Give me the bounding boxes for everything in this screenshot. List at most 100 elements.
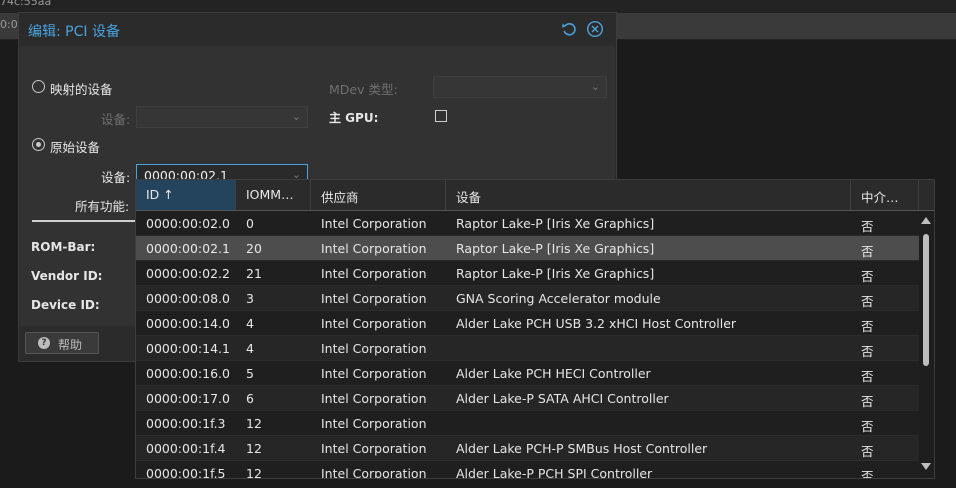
cell-device: GNA Scoring Accelerator module: [456, 291, 661, 306]
cell-device: Raptor Lake-P [Iris Xe Graphics]: [456, 241, 655, 256]
scrollbar-thumb[interactable]: [923, 234, 929, 366]
scroll-down-icon[interactable]: [921, 463, 931, 470]
cell-mdev: 否: [861, 319, 874, 334]
column-header-mdev-label: 中介…: [861, 190, 899, 205]
table-row[interactable]: 0000:00:02.1 20 Intel Corporation Raptor La…: [136, 236, 919, 261]
cell-vendor: Intel Corporation: [321, 391, 427, 406]
cell-iommu: 6: [246, 391, 254, 406]
column-header-vendor-label: 供应商: [321, 190, 359, 205]
cell-id: 0000:00:17.0: [146, 391, 230, 406]
chevron-down-icon: ⌄: [291, 110, 301, 123]
column-header-device-label: 设备: [456, 190, 482, 205]
cell-vendor: Intel Corporation: [321, 366, 427, 381]
cell-mdev: 否: [861, 244, 874, 259]
cell-iommu: 20: [246, 241, 262, 256]
mapped-device-label: 映射的设备: [50, 82, 113, 97]
cell-vendor: Intel Corporation: [321, 241, 427, 256]
cell-iommu: 4: [246, 316, 254, 331]
cell-mdev: 否: [861, 369, 874, 384]
table-row[interactable]: 0000:00:17.0 6 Intel Corporation Alder Lake…: [136, 386, 919, 411]
cell-id: 0000:00:1f.5: [146, 466, 226, 479]
cell-mdev: 否: [861, 219, 874, 234]
cell-vendor: Intel Corporation: [321, 441, 427, 456]
cell-vendor: Intel Corporation: [321, 466, 427, 479]
cell-iommu: 5: [246, 366, 254, 381]
all-functions-label: 所有功能:: [75, 199, 130, 214]
picker-header: ID ↑ IOMM… 供应商 设备 中介…: [136, 180, 934, 211]
table-row[interactable]: 0000:00:16.0 5 Intel Corporation Alder Lake…: [136, 361, 919, 386]
cell-mdev: 否: [861, 344, 874, 359]
cell-vendor: Intel Corporation: [321, 416, 427, 431]
column-header-device[interactable]: 设备: [446, 180, 851, 210]
table-row[interactable]: 0000:00:08.0 3 Intel Corporation GNA Scorin…: [136, 286, 919, 311]
column-header-id[interactable]: ID ↑: [136, 180, 236, 210]
mdev-type-select[interactable]: ⌄: [433, 76, 607, 98]
table-row[interactable]: 0000:00:1f.3 12 Intel Corporation 否: [136, 411, 919, 436]
close-icon[interactable]: [586, 20, 604, 38]
column-header-mdev[interactable]: 中介…: [851, 180, 919, 210]
pci-device-picker: ID ↑ IOMM… 供应商 设备 中介… 0000:00:02.0 0 Intel…: [135, 179, 935, 479]
cell-vendor: Intel Corporation: [321, 291, 427, 306]
cell-device: Alder Lake-P SATA AHCI Controller: [456, 391, 669, 406]
mapped-device-field-label: 设备:: [101, 112, 131, 127]
cell-vendor: Intel Corporation: [321, 266, 427, 281]
cell-id: 0000:00:02.2: [146, 266, 230, 281]
help-button-label: 帮助: [58, 338, 83, 352]
cell-vendor: Intel Corporation: [321, 216, 427, 231]
scroll-up-icon[interactable]: [921, 217, 931, 224]
cell-iommu: 4: [246, 341, 254, 356]
section-divider: [32, 220, 136, 222]
primary-gpu-label: 主 GPU:: [329, 111, 379, 125]
cell-device: Raptor Lake-P [Iris Xe Graphics]: [456, 216, 655, 231]
cell-mdev: 否: [861, 444, 874, 459]
cell-id: 0000:00:1f.4: [146, 441, 226, 456]
help-button[interactable]: ? 帮助: [25, 332, 99, 354]
question-circle-icon: ?: [38, 337, 50, 349]
device-id-label: Device ID:: [31, 298, 100, 312]
cell-id: 0000:00:16.0: [146, 366, 230, 381]
background-text: 74c:55aa: [0, 0, 52, 8]
cell-iommu: 12: [246, 441, 262, 456]
column-header-vendor[interactable]: 供应商: [311, 180, 446, 210]
mapped-device-select[interactable]: ⌄: [136, 106, 308, 128]
rombar-label: ROM-Bar:: [31, 240, 96, 254]
mapped-device-radio[interactable]: [32, 80, 45, 93]
primary-gpu-checkbox[interactable]: [435, 110, 447, 122]
cell-mdev: 否: [861, 469, 874, 479]
cell-id: 0000:00:14.1: [146, 341, 230, 356]
cell-id: 0000:00:08.0: [146, 291, 230, 306]
column-header-iommu-label: IOMM…: [246, 187, 294, 202]
raw-device-radio[interactable]: [32, 138, 45, 151]
picker-rows: 0000:00:02.0 0 Intel Corporation Raptor Lak…: [136, 211, 919, 479]
cell-mdev: 否: [861, 269, 874, 284]
background-bar-text: 0:0: [0, 18, 18, 31]
column-header-iommu[interactable]: IOMM…: [236, 180, 311, 210]
raw-device-label: 原始设备: [50, 140, 101, 155]
cell-device: Raptor Lake-P [Iris Xe Graphics]: [456, 266, 655, 281]
table-row[interactable]: 0000:00:14.1 4 Intel Corporation 否: [136, 336, 919, 361]
table-row[interactable]: 0000:00:14.0 4 Intel Corporation Alder Lake…: [136, 311, 919, 336]
dialog-title: 编辑: PCI 设备: [28, 24, 120, 40]
cell-id: 0000:00:1f.3: [146, 416, 226, 431]
table-row[interactable]: 0000:00:02.0 0 Intel Corporation Raptor Lak…: [136, 211, 919, 236]
cell-vendor: Intel Corporation: [321, 316, 427, 331]
vertical-scrollbar[interactable]: [919, 211, 933, 478]
chevron-down-icon: ⌄: [590, 80, 600, 93]
cell-iommu: 0: [246, 216, 254, 231]
undo-icon[interactable]: [560, 20, 578, 38]
vendor-id-label: Vendor ID:: [31, 269, 103, 283]
cell-id: 0000:00:14.0: [146, 316, 230, 331]
column-header-id-label: ID ↑: [146, 187, 174, 202]
table-row[interactable]: 0000:00:1f.5 12 Intel Corporation Alder Lak…: [136, 461, 919, 479]
cell-iommu: 12: [246, 466, 262, 479]
table-row[interactable]: 0000:00:1f.4 12 Intel Corporation Alder Lak…: [136, 436, 919, 461]
cell-id: 0000:00:02.0: [146, 216, 230, 231]
cell-iommu: 12: [246, 416, 262, 431]
dialog-header: 编辑: PCI 设备: [19, 13, 616, 45]
table-row[interactable]: 0000:00:02.2 21 Intel Corporation Raptor La…: [136, 261, 919, 286]
raw-device-field-label: 设备:: [101, 170, 131, 185]
cell-id: 0000:00:02.1: [146, 241, 230, 256]
cell-device: Alder Lake-P PCH SPI Controller: [456, 466, 653, 479]
cell-device: Alder Lake PCH-P SMBus Host Controller: [456, 441, 708, 456]
cell-mdev: 否: [861, 294, 874, 309]
